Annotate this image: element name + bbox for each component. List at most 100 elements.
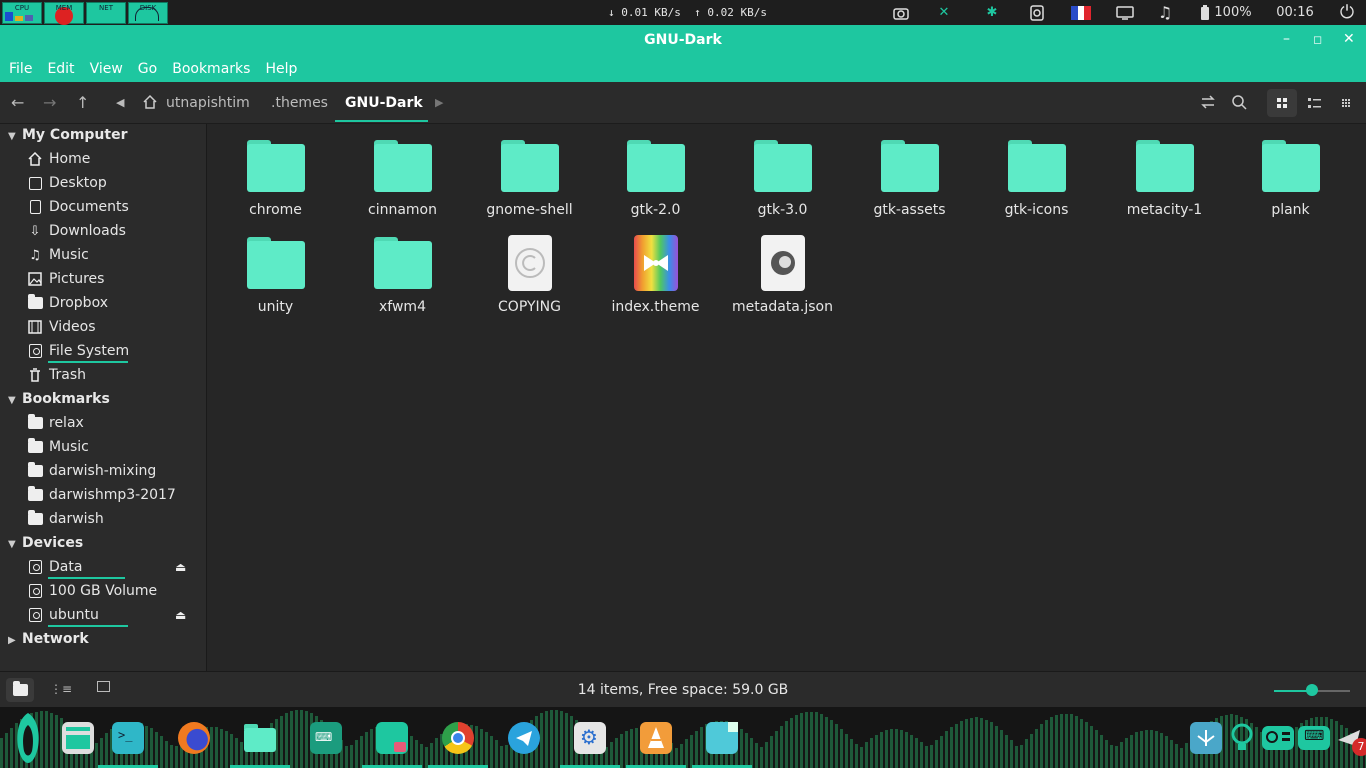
equalizer-bar	[175, 746, 178, 768]
files-icon[interactable]	[244, 722, 276, 754]
file-item-copying[interactable]: COPYING	[466, 235, 593, 315]
vlc-icon[interactable]	[640, 722, 672, 754]
breadcrumb-themes[interactable]: .themes	[271, 95, 328, 111]
folder-icon	[1261, 140, 1320, 192]
menu-go[interactable]: Go	[138, 61, 157, 77]
display-icon[interactable]	[1114, 0, 1136, 25]
onscreen-keyboard-icon[interactable]: ⌨	[1298, 726, 1330, 750]
text-editor-icon[interactable]	[706, 722, 738, 754]
firefox-icon[interactable]	[178, 722, 210, 754]
close-button[interactable]: ✕	[1343, 31, 1355, 47]
sidebar-item-100gb-volume[interactable]: 100 GB Volume	[27, 580, 157, 602]
file-item-chrome[interactable]: chrome	[212, 140, 339, 218]
toggle-location-icon[interactable]	[1199, 94, 1217, 114]
sidebar-item-pictures[interactable]: Pictures	[27, 268, 104, 290]
sidebar-item-file-system[interactable]: File System	[27, 340, 129, 362]
minimize-button[interactable]: –	[1283, 31, 1290, 47]
menu-edit[interactable]: Edit	[47, 61, 74, 77]
compact-view-button[interactable]	[1331, 89, 1361, 117]
sidebar-item-desktop[interactable]: Desktop	[27, 172, 107, 194]
clock[interactable]: 00:16	[1270, 0, 1320, 25]
maximize-button[interactable]: ◻	[1313, 33, 1322, 46]
menu-file[interactable]: File	[9, 61, 32, 77]
breadcrumb-home[interactable]: utnapishtim	[166, 95, 250, 111]
sidebar-item-darwish[interactable]: darwish	[27, 508, 104, 530]
file-item-gtk-assets[interactable]: gtk-assets	[846, 140, 973, 218]
menu-bookmarks[interactable]: Bookmarks	[172, 61, 250, 77]
radio-icon[interactable]	[1262, 726, 1294, 750]
sidebar-item-documents[interactable]: Documents	[27, 196, 129, 218]
power-icon[interactable]: ⏻	[1334, 0, 1360, 25]
eject-data-icon[interactable]: ⏏	[175, 560, 186, 574]
music-player-icon[interactable]: ♫	[1154, 0, 1176, 25]
bulb-icon[interactable]	[1228, 722, 1260, 754]
screenshot-app-icon[interactable]	[376, 722, 408, 754]
home-icon[interactable]	[142, 94, 158, 114]
sidebar-item-trash[interactable]: Trash	[27, 364, 86, 386]
section-bookmarks[interactable]: ▼ Bookmarks	[8, 391, 110, 407]
memory-monitor[interactable]: MEM	[44, 1, 84, 25]
chrome-icon[interactable]	[442, 722, 474, 754]
sidebar-item-downloads[interactable]: ⇩ Downloads	[27, 220, 126, 242]
section-devices[interactable]: ▼ Devices	[8, 535, 83, 551]
equalizer-bar	[1070, 714, 1073, 768]
file-item-plank[interactable]: plank	[1227, 140, 1354, 218]
file-item-gtk-icons[interactable]: gtk-icons	[973, 140, 1100, 218]
sidebar-item-home[interactable]: Home	[27, 148, 90, 170]
screenshot-icon[interactable]	[890, 0, 912, 25]
sidebar-item-data[interactable]: Data	[27, 556, 82, 578]
file-item-cinnamon[interactable]: cinnamon	[339, 140, 466, 218]
keyboard-layout-flag-icon[interactable]	[1070, 0, 1092, 25]
icon-view-button[interactable]	[1267, 89, 1297, 117]
equalizer-bar	[835, 724, 838, 768]
sidebar-item-music[interactable]: ♫ Music	[27, 244, 89, 266]
sidebar-item-dropbox[interactable]: Dropbox	[27, 292, 108, 314]
close-x-icon[interactable]: ✕	[934, 0, 954, 25]
up-arrow-icon[interactable]: ↑	[76, 93, 89, 112]
file-item-metacity-1[interactable]: metacity-1	[1101, 140, 1228, 218]
section-my-computer[interactable]: ▼ My Computer	[8, 127, 128, 143]
file-item-gnome-shell[interactable]: gnome-shell	[466, 140, 593, 218]
disk-monitor[interactable]: DISK	[128, 1, 168, 24]
breadcrumb-scroll-right-icon[interactable]: ▶	[435, 96, 443, 109]
sidebar-item-darwish-mixing[interactable]: darwish-mixing	[27, 460, 156, 482]
zoom-slider-handle[interactable]	[1306, 684, 1318, 696]
file-item-index-theme[interactable]: index.theme	[592, 235, 719, 315]
forward-arrow-icon[interactable]: →	[43, 93, 56, 112]
search-icon[interactable]	[1231, 94, 1247, 114]
cpu-monitor[interactable]: CPU	[2, 1, 42, 24]
bluetooth-icon[interactable]: ✱	[982, 0, 1002, 25]
file-item-gtk-2-0[interactable]: gtk-2.0	[592, 140, 719, 218]
file-item-unity[interactable]: unity	[212, 237, 339, 315]
penguin-menu-icon[interactable]	[10, 711, 46, 765]
sidebar-item-darwishmp3-2017[interactable]: darwishmp3-2017	[27, 484, 176, 506]
back-arrow-icon[interactable]: ←	[11, 93, 24, 112]
equalizer-bar	[1030, 733, 1033, 768]
sidebar-item-videos[interactable]: Videos	[27, 316, 96, 338]
drive-icon[interactable]	[1027, 0, 1047, 25]
sidebar-item-ubuntu[interactable]: ubuntu	[27, 604, 99, 626]
equalizer-bar	[920, 741, 923, 768]
eject-ubuntu-icon[interactable]: ⏏	[175, 608, 186, 622]
file-item-xfwm4[interactable]: xfwm4	[339, 237, 466, 315]
terminal-icon[interactable]: >_	[112, 722, 144, 754]
equalizer-bar	[945, 731, 948, 768]
settings-icon[interactable]: ⚙	[574, 722, 606, 754]
breadcrumb-current[interactable]: GNU-Dark	[345, 95, 423, 111]
network-manager-icon[interactable]	[1190, 722, 1222, 754]
battery-indicator[interactable]: 100%	[1196, 0, 1256, 25]
section-network[interactable]: ▶ Network	[8, 631, 89, 647]
keyboard-app-icon[interactable]: ⌨	[310, 722, 342, 754]
window-switcher-icon[interactable]	[62, 722, 94, 754]
breadcrumb-scroll-left-icon[interactable]: ◀	[116, 96, 124, 109]
telegram-icon[interactable]	[508, 722, 540, 754]
sidebar-item-music-bookmark[interactable]: Music	[27, 436, 89, 458]
menu-help[interactable]: Help	[265, 61, 297, 77]
menu-view[interactable]: View	[90, 61, 123, 77]
file-item-metadata-json[interactable]: metadata.json	[719, 235, 846, 315]
sidebar-item-relax[interactable]: relax	[27, 412, 84, 434]
notification-icon[interactable]: 7	[1336, 722, 1366, 756]
list-view-button[interactable]	[1299, 89, 1329, 117]
file-item-gtk-3-0[interactable]: gtk-3.0	[719, 140, 846, 218]
network-monitor[interactable]: NET	[86, 1, 126, 24]
